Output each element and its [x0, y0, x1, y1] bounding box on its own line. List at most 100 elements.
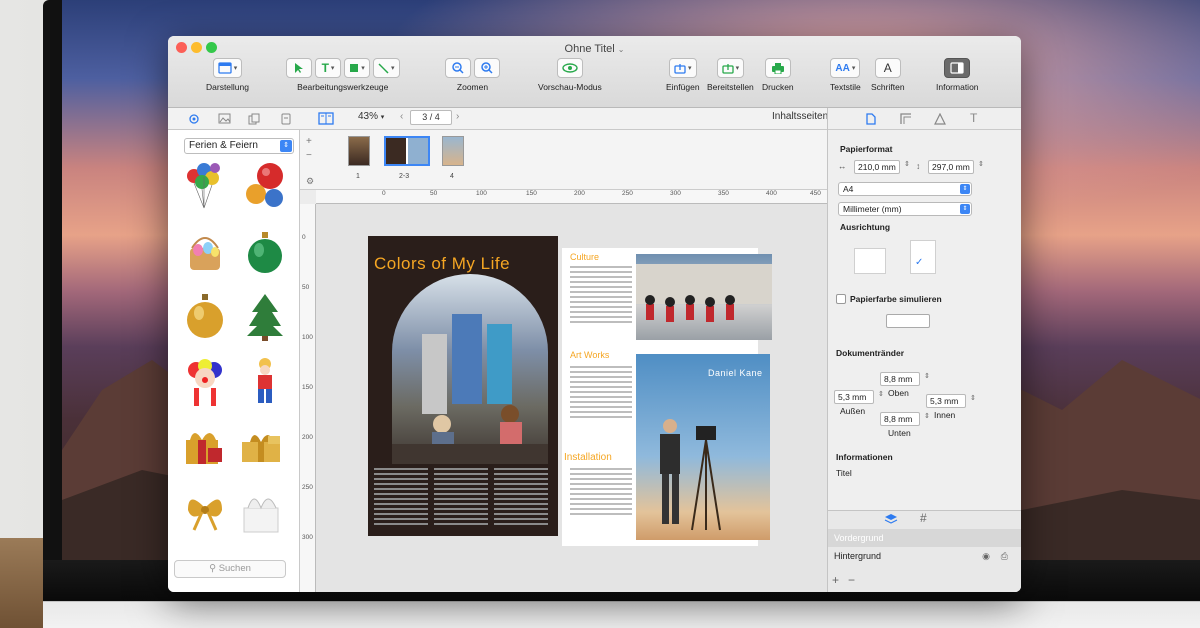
green-ornament-icon[interactable]	[242, 226, 288, 278]
outer-margin-label: Außen	[840, 406, 866, 416]
layer-hintergrund[interactable]: Hintergrund ◉ ⎙	[828, 547, 1021, 565]
select-tool-button[interactable]	[286, 58, 312, 78]
layer-name: Hintergrund	[834, 551, 882, 561]
red-gift-icon[interactable]	[180, 420, 226, 472]
stepper-icon[interactable]: ⇕	[970, 394, 976, 402]
top-margin-field[interactable]: 8,8 mm	[880, 372, 920, 386]
category-select[interactable]: Ferien & Feiern ⇕	[184, 138, 294, 154]
section-title-art-works[interactable]: Art Works	[570, 350, 609, 360]
clown-icon[interactable]	[182, 356, 228, 408]
darstellung-button[interactable]: ▾	[212, 58, 243, 78]
photo-children-arch	[392, 314, 548, 464]
spread-title[interactable]: Colors of My Life	[374, 254, 510, 274]
share-button[interactable]: ▾	[716, 58, 745, 78]
christmas-tree-icon[interactable]	[242, 290, 288, 342]
information-button[interactable]	[944, 58, 971, 78]
remove-page-button[interactable]: −	[306, 150, 312, 161]
installation-text[interactable]	[570, 468, 632, 518]
add-page-button[interactable]: +	[306, 136, 312, 147]
landscape-orientation-button[interactable]	[854, 248, 886, 274]
darstellung-label: Darstellung	[206, 82, 249, 92]
app-window: Ohne Titel ⌄ ▾ Darstellung T ▾ ▾ ▾ Bearb…	[168, 36, 1021, 592]
text-styles-group: AA ▾ Textstile	[830, 58, 861, 92]
stepper-icon[interactable]: ⇕	[978, 160, 984, 168]
stepper-icon[interactable]: ⇕	[924, 372, 930, 380]
page-layout-icon[interactable]	[318, 112, 334, 125]
paper-color-well[interactable]	[886, 314, 930, 328]
outer-margin-field[interactable]: 5,3 mm	[834, 390, 874, 404]
title-chevron-icon[interactable]: ⌄	[618, 45, 625, 54]
left-text-column-3[interactable]	[494, 468, 548, 528]
thumbnail-page-2-3[interactable]	[384, 136, 430, 166]
thumbnail-page-1[interactable]	[348, 136, 370, 166]
stepper-icon[interactable]: ⇕	[924, 412, 930, 420]
clown-boy-icon[interactable]	[242, 356, 288, 408]
ribbon-box-icon[interactable]	[238, 484, 284, 536]
print-button[interactable]	[764, 58, 791, 78]
search-icon: ⚲	[209, 563, 217, 574]
page-thumbnails: + − ⚙ 1 2-3 4	[300, 130, 827, 190]
next-page-button[interactable]: ›	[456, 111, 459, 122]
layers-tab-icon[interactable]	[280, 113, 292, 125]
guards-photo[interactable]	[636, 254, 772, 340]
layer-vordergrund[interactable]: Vordergrund	[828, 529, 1021, 547]
gold-gift-icon[interactable]	[238, 420, 284, 472]
zoom-out-button[interactable]	[445, 58, 471, 78]
section-title-installation[interactable]: Installation	[564, 452, 612, 463]
photographer-name[interactable]: Daniel Kane	[708, 368, 763, 378]
unit-select[interactable]: Millimeter (mm) ⇕	[838, 202, 972, 216]
inner-margin-field[interactable]: 5,3 mm	[926, 394, 966, 408]
image-tab-icon[interactable]	[218, 113, 231, 124]
portrait-orientation-button[interactable]: ✓	[910, 240, 936, 274]
remove-layer-button[interactable]: −	[848, 573, 855, 587]
art-works-text[interactable]	[570, 366, 632, 421]
paper-width-field[interactable]: 210,0 mm	[854, 160, 900, 174]
section-title-culture[interactable]: Culture	[570, 252, 599, 262]
easter-basket-icon[interactable]	[182, 226, 228, 278]
document-tab-icon[interactable]	[866, 113, 876, 125]
fonts-button[interactable]: A	[874, 58, 901, 78]
bow-icon[interactable]	[182, 484, 228, 536]
zoom-level[interactable]: 43% ▾	[358, 111, 384, 122]
paper-height-field[interactable]: 297,0 mm	[928, 160, 974, 174]
text-tool-button[interactable]: T ▾	[315, 58, 341, 78]
bottom-margin-field[interactable]: 8,8 mm	[880, 412, 920, 426]
left-text-column-1[interactable]	[374, 468, 428, 528]
photographer-photo[interactable]	[636, 354, 770, 540]
balloons-icon[interactable]	[182, 160, 228, 212]
insert-button[interactable]: ▾	[669, 58, 697, 78]
category-value: Ferien & Feiern	[189, 140, 258, 151]
left-text-column-2[interactable]	[434, 468, 488, 528]
zoom-in-button[interactable]	[474, 58, 500, 78]
culture-text[interactable]	[570, 266, 632, 326]
grid-icon[interactable]: #	[920, 511, 927, 525]
shape-tool-button[interactable]: ▾	[344, 58, 370, 78]
paper-size-select[interactable]: A4 ⇕	[838, 182, 972, 196]
bearbeitungswerkzeuge-label: Bearbeitungswerkzeuge	[297, 82, 389, 92]
document-title[interactable]: Ohne Titel	[565, 43, 615, 55]
text-styles-button[interactable]: AA ▾	[830, 58, 861, 78]
preview-mode-button[interactable]	[556, 58, 583, 78]
line-tool-button[interactable]: ▾	[373, 58, 400, 78]
pages-tab-icon[interactable]	[248, 113, 260, 125]
stepper-icon[interactable]: ⇕	[878, 390, 884, 398]
sidebar-view-icon	[218, 62, 232, 74]
page-indicator[interactable]: 3 / 4	[410, 110, 452, 125]
christmas-balls-red-icon[interactable]	[242, 160, 288, 212]
text-tab-icon[interactable]: T	[970, 111, 977, 125]
arch-photo[interactable]	[392, 274, 548, 464]
frame-tab-icon[interactable]	[900, 113, 912, 125]
layers-icon[interactable]	[884, 513, 898, 525]
eye-icon[interactable]: ◉	[982, 547, 990, 565]
gear-icon[interactable]: ⚙	[306, 176, 314, 187]
clipart-tab-icon[interactable]	[188, 113, 200, 125]
papierfarbe-checkbox[interactable]	[836, 294, 846, 304]
stepper-icon[interactable]: ⇕	[904, 160, 910, 168]
shapes-tab-icon[interactable]	[934, 113, 946, 125]
prev-page-button[interactable]: ‹	[400, 111, 403, 122]
add-layer-button[interactable]: +	[832, 573, 839, 587]
printer-icon[interactable]: ⎙	[1001, 547, 1008, 565]
thumbnail-page-4[interactable]	[442, 136, 464, 166]
gold-ornament-icon[interactable]	[182, 290, 228, 342]
search-input[interactable]: ⚲ Suchen	[174, 560, 286, 578]
